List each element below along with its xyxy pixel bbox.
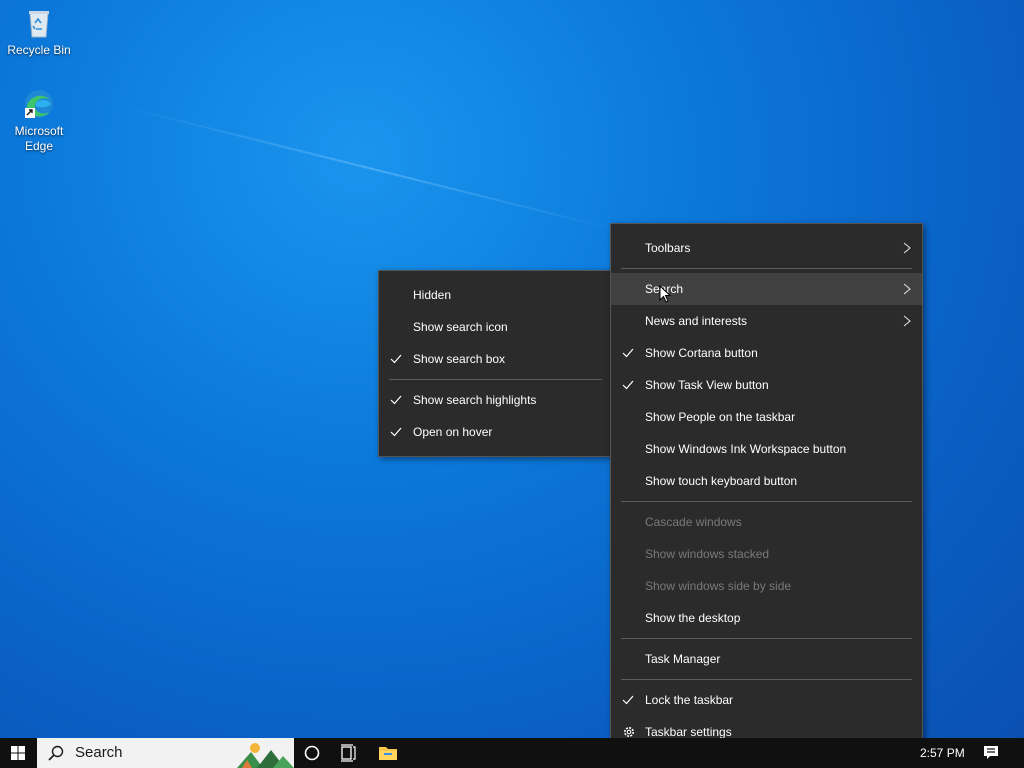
- task-view-icon: [341, 744, 356, 762]
- checkmark-icon: [622, 348, 634, 358]
- menu-item-lock-the-taskbar[interactable]: Lock the taskbar: [611, 684, 922, 716]
- task-view-button[interactable]: [328, 738, 368, 768]
- menu-item-cascade-windows: Cascade windows: [611, 506, 922, 538]
- menu-item-hidden[interactable]: Hidden: [379, 279, 612, 311]
- cortana-icon: [304, 745, 320, 761]
- menu-item-open-on-hover[interactable]: Open on hover: [379, 416, 612, 448]
- menu-item-label: Show search highlights: [413, 393, 537, 407]
- menu-separator: [621, 501, 912, 502]
- menu-item-show-people[interactable]: Show People on the taskbar: [611, 401, 922, 433]
- menu-item-news-and-interests[interactable]: News and interests: [611, 305, 922, 337]
- gear-icon: [624, 727, 634, 737]
- menu-item-label: Show search box: [413, 352, 506, 366]
- taskbar-clock[interactable]: 2:57 PM: [920, 738, 965, 768]
- search-highlight-illustration-icon: [237, 743, 294, 768]
- menu-item-show-windows-ink[interactable]: Show Windows Ink Workspace button: [611, 433, 922, 465]
- menu-item-label: Show Task View button: [645, 378, 769, 392]
- search-submenu: Hidden Show search icon Show search box …: [378, 270, 613, 457]
- menu-item-show-touch-keyboard[interactable]: Show touch keyboard button: [611, 465, 922, 497]
- menu-item-label: Lock the taskbar: [645, 693, 734, 707]
- start-button[interactable]: [0, 738, 36, 768]
- menu-item-label: Show the desktop: [645, 611, 741, 625]
- cortana-button[interactable]: [292, 738, 332, 768]
- desktop-icon-label: Recycle Bin: [7, 43, 71, 57]
- checkmark-icon: [390, 354, 402, 364]
- menu-item-show-task-view-button[interactable]: Show Task View button: [611, 369, 922, 401]
- file-explorer-button[interactable]: [368, 738, 408, 768]
- menu-item-label: Show search icon: [413, 320, 508, 334]
- menu-item-label: News and interests: [645, 314, 748, 328]
- menu-item-label: Open on hover: [413, 425, 493, 439]
- search-icon: [48, 745, 64, 761]
- chevron-right-icon: [903, 242, 911, 254]
- chevron-right-icon: [903, 283, 911, 295]
- menu-item-search[interactable]: Search: [611, 273, 922, 305]
- menu-item-show-search-icon[interactable]: Show search icon: [379, 311, 612, 343]
- checkmark-icon: [622, 695, 634, 705]
- menu-item-show-search-highlights[interactable]: Show search highlights: [379, 384, 612, 416]
- notification-center-button[interactable]: [976, 738, 1006, 768]
- checkmark-icon: [622, 380, 634, 390]
- taskbar-search-box[interactable]: Search: [37, 738, 294, 768]
- menu-item-show-windows-side-by-side: Show windows side by side: [611, 570, 922, 602]
- menu-item-show-windows-stacked: Show windows stacked: [611, 538, 922, 570]
- menu-separator: [389, 379, 602, 380]
- edge-icon: [23, 88, 55, 120]
- menu-item-label: Task Manager: [645, 652, 721, 666]
- menu-item-label: Show windows side by side: [645, 579, 792, 593]
- mouse-cursor-icon: [659, 285, 671, 303]
- folder-icon: [379, 747, 397, 760]
- menu-separator: [621, 679, 912, 680]
- menu-item-label: Taskbar settings: [645, 725, 732, 739]
- menu-separator: [621, 638, 912, 639]
- menu-item-label: Toolbars: [645, 241, 691, 255]
- recycle-bin-icon: [23, 7, 55, 39]
- taskbar-context-menu: Toolbars Search News and interests Show …: [610, 223, 923, 757]
- desktop-icon-label: Microsoft Edge: [14, 124, 64, 153]
- chevron-right-icon: [903, 315, 911, 327]
- menu-item-label: Show windows stacked: [645, 547, 770, 561]
- menu-separator: [621, 268, 912, 269]
- windows-logo-icon: [11, 746, 25, 760]
- menu-item-label: Show Cortana button: [645, 346, 758, 360]
- menu-item-task-manager[interactable]: Task Manager: [611, 643, 922, 675]
- desktop-icon-microsoft-edge[interactable]: Microsoft Edge: [1, 88, 77, 154]
- menu-item-label: Hidden: [413, 288, 452, 302]
- notification-icon: [984, 746, 998, 759]
- taskbar[interactable]: Search 2:57 PM: [0, 738, 1024, 768]
- desktop-icon-recycle-bin[interactable]: Recycle Bin: [1, 7, 77, 58]
- menu-item-show-search-box[interactable]: Show search box: [379, 343, 612, 375]
- menu-item-label: Show Windows Ink Workspace button: [645, 442, 847, 456]
- menu-item-show-the-desktop[interactable]: Show the desktop: [611, 602, 922, 634]
- search-box-label: Search: [75, 744, 123, 761]
- menu-item-label: Cascade windows: [645, 515, 742, 529]
- checkmark-icon: [390, 427, 402, 437]
- menu-item-toolbars[interactable]: Toolbars: [611, 232, 922, 264]
- menu-item-label: Show touch keyboard button: [645, 474, 798, 488]
- menu-item-label: Show People on the taskbar: [645, 410, 796, 424]
- wallpaper-light-beam: [119, 105, 625, 233]
- menu-item-show-cortana-button[interactable]: Show Cortana button: [611, 337, 922, 369]
- checkmark-icon: [390, 395, 402, 405]
